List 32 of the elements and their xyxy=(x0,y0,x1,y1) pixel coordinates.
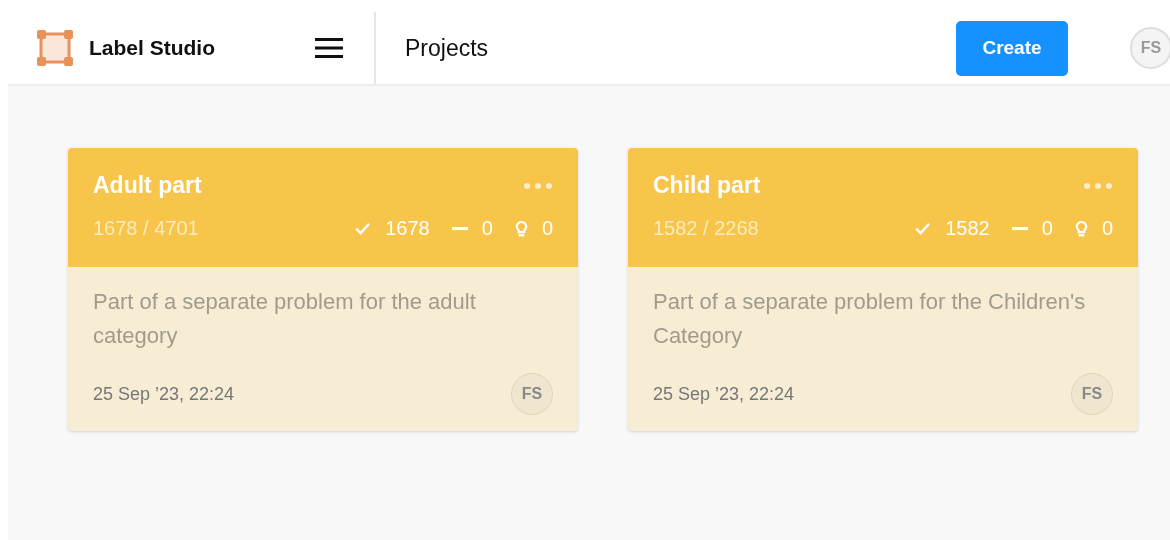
skipped-count: 0 xyxy=(1041,217,1053,240)
predictions-count: 0 xyxy=(541,217,553,240)
logo-icon xyxy=(37,30,73,66)
app-name: Label Studio xyxy=(89,36,216,60)
project-title: Adult part xyxy=(93,172,202,199)
created-date: 25 Sep ’23, 22:24 xyxy=(653,383,795,405)
skipped-count: 0 xyxy=(481,217,493,240)
more-icon[interactable] xyxy=(523,181,553,190)
created-date: 25 Sep ’23, 22:24 xyxy=(93,383,235,405)
task-progress: 1582 / 2268 xyxy=(653,217,759,240)
check-icon xyxy=(354,222,372,235)
completed-count: 1678 xyxy=(385,217,430,240)
check-icon xyxy=(914,222,932,235)
lightbulb-icon xyxy=(514,220,528,237)
more-icon[interactable] xyxy=(1083,181,1113,190)
project-card[interactable]: Child part 1582 / 2268 1582 0 0 Part of a separate problem for the Children's Category 25 Sep ’23, 22:24 FS xyxy=(628,148,1138,431)
completed-count: 1582 xyxy=(945,217,990,240)
task-progress: 1678 / 4701 xyxy=(93,217,199,240)
project-description: Part of a separate problem for the Children's Category xyxy=(653,288,1087,350)
create-button[interactable]: Create xyxy=(956,20,1068,76)
user-avatar[interactable]: FS xyxy=(1130,27,1170,69)
minus-icon xyxy=(451,226,468,231)
predictions-count: 0 xyxy=(1101,217,1113,240)
minus-icon xyxy=(1011,226,1028,231)
lightbulb-icon xyxy=(1074,220,1088,237)
project-description: Part of a separate problem for the adult category xyxy=(93,288,477,350)
menu-icon[interactable] xyxy=(315,37,343,59)
project-card[interactable]: Adult part 1678 / 4701 1678 0 0 Part of a separate problem for the adult category 25 Sep ’23, 22:24 FS xyxy=(68,148,578,431)
owner-avatar: FS xyxy=(511,373,553,415)
page-title: Projects xyxy=(405,34,490,62)
project-title: Child part xyxy=(653,172,761,199)
owner-avatar: FS xyxy=(1071,373,1113,415)
